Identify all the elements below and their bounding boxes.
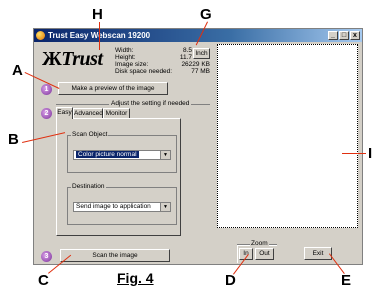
logo-mark-icon: Ж	[42, 48, 62, 70]
preview-button[interactable]: Make a preview of the image	[58, 82, 168, 95]
adjust-hint: Adjust the setting if needed	[109, 100, 192, 107]
step-2-icon: 2	[41, 108, 52, 119]
callout-i: I	[368, 145, 373, 162]
scan-object-value: Color picture normal	[76, 151, 139, 158]
image-size-label: Image size:	[115, 61, 149, 68]
tab-easy[interactable]: Easy	[56, 107, 73, 119]
destination-select[interactable]: Send image to application ▼	[73, 202, 171, 212]
image-size-value: 26229 KB	[181, 61, 210, 68]
chevron-down-icon[interactable]: ▼	[160, 203, 170, 211]
scanner-window: Trust Easy Webscan 19200 _ □ x ЖTrust Wi…	[33, 28, 363, 265]
width-label: Width:	[115, 47, 134, 54]
callout-b: B	[8, 131, 19, 148]
logo-text: Trust	[61, 48, 103, 70]
callout-e: E	[341, 272, 352, 289]
scan-object-label: Scan Object	[71, 131, 109, 138]
trust-logo: ЖTrust	[42, 48, 103, 71]
callout-a: A	[12, 62, 23, 79]
easy-tab-panel: Scan Object Color picture normal ▼ Desti…	[56, 118, 181, 236]
disk-space-label: Disk space needed:	[115, 68, 173, 75]
maximize-button[interactable]: □	[339, 31, 349, 40]
step-1-icon: 1	[41, 84, 52, 95]
width-value: 8.5	[182, 47, 192, 54]
callout-line-h	[99, 22, 100, 50]
callout-line-i	[342, 153, 366, 154]
zoom-out-button[interactable]: Out	[255, 248, 274, 260]
preview-area[interactable]	[217, 44, 358, 228]
disk-space-value: 77 MB	[191, 68, 210, 75]
settings-tabs: Easy Advanced Monitor Scan Object Color …	[56, 107, 210, 238]
unit-button[interactable]: Inch	[193, 48, 210, 59]
app-icon	[36, 31, 45, 40]
chevron-down-icon[interactable]: ▼	[160, 151, 170, 159]
height-value: 11.7	[179, 54, 192, 61]
destination-label: Destination	[71, 183, 106, 190]
close-button[interactable]: x	[350, 31, 360, 40]
zoom-label: Zoom	[250, 240, 269, 247]
step-3-icon: 3	[41, 251, 52, 262]
scan-object-select[interactable]: Color picture normal ▼	[73, 150, 171, 160]
minimize-button[interactable]: _	[328, 31, 338, 40]
callout-d: D	[225, 272, 236, 289]
callout-h: H	[92, 6, 103, 23]
callout-c: C	[38, 272, 49, 289]
destination-value: Send image to application	[76, 203, 151, 210]
scan-button[interactable]: Scan the image	[60, 249, 170, 262]
height-label: Height:	[115, 54, 136, 61]
callout-g: G	[200, 6, 212, 23]
figure-caption: Fig. 4	[117, 270, 154, 286]
